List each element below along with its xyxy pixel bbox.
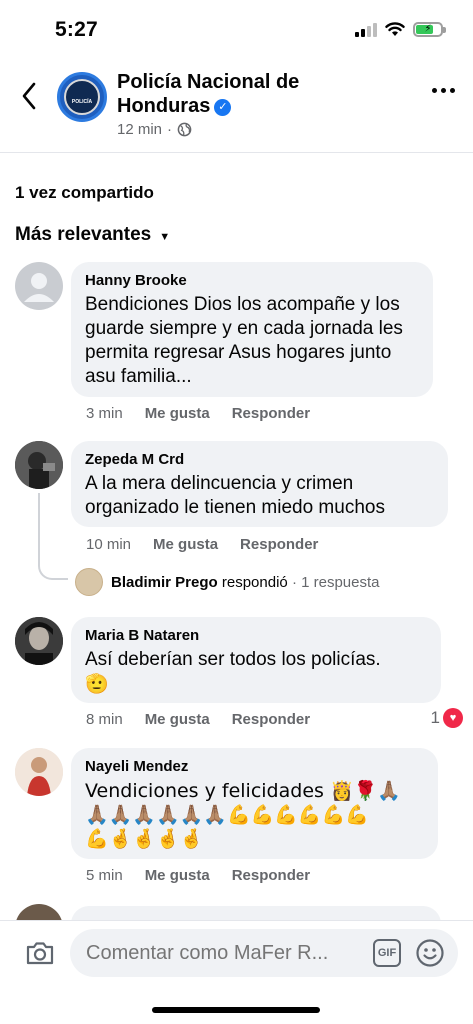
- comment-actions: 10 min Me gusta Responder: [86, 536, 340, 553]
- comment-actions: 8 min Me gusta Responder: [86, 711, 332, 728]
- comment-text: Vendiciones y felicidades 👸🌹🙏🏽: [85, 780, 401, 802]
- heart-icon: ♥: [443, 708, 463, 728]
- comment-author[interactable]: Maria B Nataren: [85, 627, 427, 645]
- back-button[interactable]: [14, 78, 44, 114]
- smiley-icon: [416, 939, 444, 967]
- emoji-button[interactable]: [415, 938, 445, 968]
- comment-emoji-line: 🙏🏽🙏🏽🙏🏽🙏🏽🙏🏽🙏🏽💪💪💪💪💪💪: [85, 804, 369, 826]
- chevron-left-icon: [22, 82, 36, 110]
- comment-bubble[interactable]: Zepeda M Crd A la mera delincuencia y cr…: [71, 441, 448, 527]
- comment-bubble[interactable]: Hanny Brooke Bendiciones Dios los acompa…: [71, 262, 433, 397]
- post-meta: 12 min ·: [117, 121, 192, 138]
- sort-label: Más relevantes: [15, 224, 152, 245]
- reaction-count: 1: [430, 708, 440, 727]
- gif-button[interactable]: GIF: [373, 939, 401, 967]
- avatar[interactable]: [15, 441, 63, 489]
- thread-connector: [38, 493, 68, 580]
- reply-author: Bladimir Prego: [111, 573, 218, 591]
- comment-text: A la mera delincuencia y crimen organiza…: [85, 473, 385, 518]
- comment-actions: 3 min Me gusta Responder: [86, 405, 332, 422]
- comment-emoji: 🫡: [85, 673, 109, 695]
- comment-bubble[interactable]: Nayeli Mendez Vendiciones y felicidades …: [71, 748, 438, 859]
- status-icons: ⚡: [355, 22, 446, 37]
- reply-button[interactable]: Responder: [232, 405, 310, 422]
- replies-summary[interactable]: Bladimir Prego respondió · 1 respuesta: [75, 568, 379, 596]
- camera-icon: [26, 942, 54, 965]
- reply-button[interactable]: Responder: [232, 867, 310, 884]
- page-avatar[interactable]: POLICÍA: [57, 72, 107, 122]
- like-button[interactable]: Me gusta: [145, 405, 210, 422]
- camera-button[interactable]: [25, 940, 55, 966]
- avatar[interactable]: [15, 262, 63, 310]
- post-age: 12 min: [117, 121, 163, 138]
- default-user-icon: [24, 273, 54, 302]
- more-options-button[interactable]: [432, 88, 455, 93]
- user-photo: [15, 617, 63, 665]
- user-photo: [15, 441, 63, 489]
- like-button[interactable]: Me gusta: [153, 536, 218, 553]
- home-indicator: [152, 1007, 320, 1013]
- share-count[interactable]: 1 vez compartido: [15, 183, 154, 203]
- page-name[interactable]: Policía Nacional de Honduras: [117, 71, 299, 117]
- reply-button[interactable]: Responder: [240, 536, 318, 553]
- status-time: 5:27: [55, 18, 98, 41]
- reaction-summary[interactable]: 1 ♥: [431, 708, 463, 728]
- cellular-signal-icon: [355, 22, 377, 37]
- reply-button[interactable]: Responder: [232, 711, 310, 728]
- avatar[interactable]: [15, 748, 63, 796]
- comment-bubble[interactable]: Maria B Nataren Así deberían ser todos l…: [71, 617, 441, 703]
- comment-emoji-line: 💪🤞🤞🤞🤞: [85, 828, 204, 850]
- comment-actions: 5 min Me gusta Responder: [86, 867, 332, 884]
- verified-badge-icon: ✓: [214, 99, 232, 116]
- reply-avatar: [75, 568, 103, 596]
- header-divider: [0, 152, 473, 153]
- post-header: POLICÍA Policía Nacional de Honduras ✓ 12…: [0, 58, 473, 153]
- comment-author[interactable]: Hanny Brooke: [85, 272, 419, 290]
- status-bar: 5:27 ⚡: [0, 0, 473, 58]
- wifi-icon: [385, 22, 405, 36]
- chevron-down-icon: ▼: [159, 230, 171, 243]
- like-button[interactable]: Me gusta: [145, 711, 210, 728]
- comment-author[interactable]: Zepeda M Crd: [85, 451, 434, 469]
- sort-dropdown[interactable]: Más relevantes ▼: [15, 224, 170, 246]
- comment-composer: GIF: [0, 920, 473, 1024]
- user-photo: [15, 748, 63, 796]
- cut-off-post-content: [20, 140, 350, 148]
- battery-icon: ⚡: [413, 22, 446, 37]
- globe-icon: [177, 122, 192, 137]
- like-button[interactable]: Me gusta: [145, 867, 210, 884]
- comment-author[interactable]: Nayeli Mendez: [85, 758, 424, 776]
- comment-text: Bendiciones Dios los acompañe y los guar…: [85, 294, 403, 387]
- comment-time: 3 min: [86, 405, 123, 422]
- reply-verb: respondió: [221, 573, 288, 591]
- comment-time: 5 min: [86, 867, 123, 884]
- comment-text: Así deberían ser todos los policías.: [85, 649, 381, 670]
- comment-time: 8 min: [86, 711, 123, 728]
- avatar[interactable]: [15, 617, 63, 665]
- page-title[interactable]: Policía Nacional de Honduras ✓: [117, 70, 347, 118]
- comment-time: 10 min: [86, 536, 132, 553]
- reply-count: · 1 respuesta: [291, 573, 380, 591]
- next-comment-peek: [0, 902, 473, 920]
